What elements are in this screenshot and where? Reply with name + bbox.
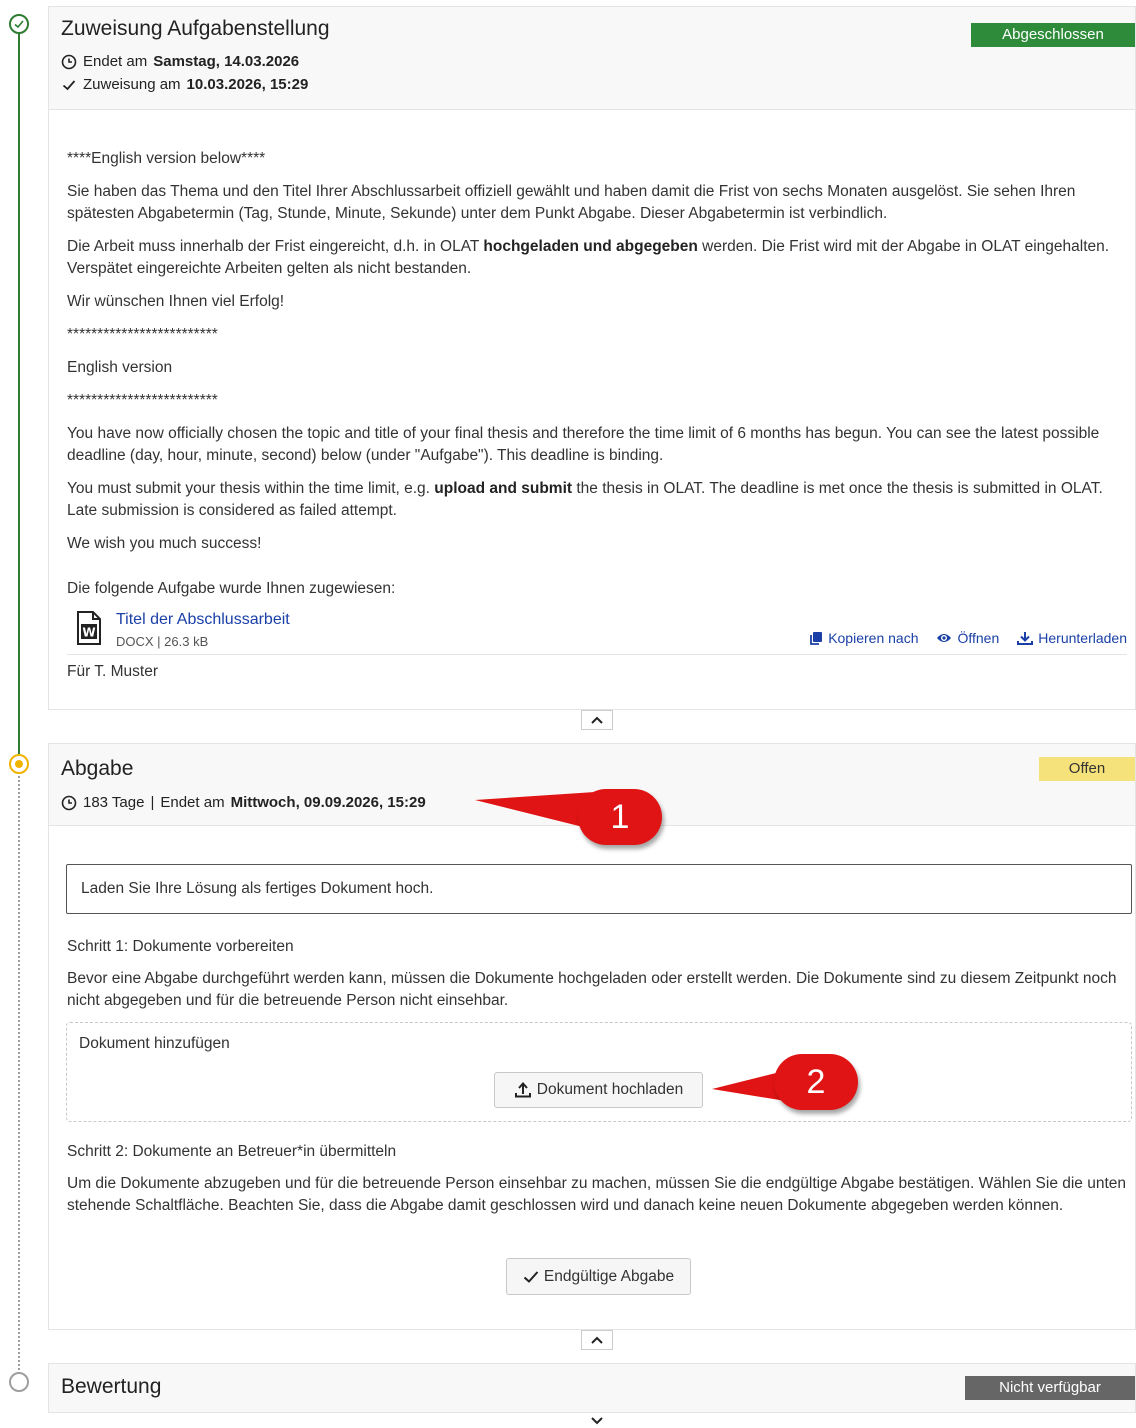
submission-title: Abgabe xyxy=(61,757,134,780)
step1-title: Schritt 1: Dokumente vorbereiten xyxy=(67,938,294,955)
timeline-line-completed xyxy=(18,32,20,754)
step-completed-check-icon xyxy=(9,14,29,34)
task-file-meta: DOCX | 26.3 kB xyxy=(116,634,209,649)
assessment-header: Bewertung Nicht verfügbar xyxy=(49,1364,1135,1412)
collapse-assignment-button[interactable] xyxy=(581,710,613,730)
assignment-assigned-date: Zuweisung am 10.03.2026, 15:29 xyxy=(61,76,308,93)
word-document-icon: W xyxy=(77,611,101,645)
german-paragraph-3: Wir wünschen Ihnen viel Erfolg! xyxy=(67,293,285,310)
assigned-task-intro: Die folgende Aufgabe wurde Ihnen zugewie… xyxy=(67,580,396,597)
clock-icon xyxy=(61,54,77,69)
step2-text: Um die Dokumente abzugeben und für die b… xyxy=(67,1175,1127,1214)
callout-number-2: 2 xyxy=(774,1054,858,1110)
german-paragraph-1: Sie haben das Thema und den Titel Ihrer … xyxy=(67,183,1076,222)
step2-title: Schritt 2: Dokumente an Betreuer*in über… xyxy=(67,1143,397,1160)
check-icon xyxy=(523,1270,539,1283)
assignment-title: Zuweisung Aufgabenstellung xyxy=(61,17,330,40)
step-open-dot-icon xyxy=(9,754,29,774)
chevron-up-icon xyxy=(591,716,603,724)
status-badge-completed: Abgeschlossen xyxy=(971,23,1135,47)
english-paragraph-3: We wish you much success! xyxy=(67,535,262,552)
assigned-value: 10.03.2026, 15:29 xyxy=(186,76,309,93)
english-paragraph-2: You must submit your thesis within the t… xyxy=(67,480,1103,519)
expand-assessment-button[interactable] xyxy=(581,1413,613,1428)
status-badge-unavailable: Nicht verfügbar xyxy=(965,1376,1135,1400)
german-paragraph-2: Die Arbeit muss innerhalb der Frist eing… xyxy=(67,238,1110,277)
upload-icon xyxy=(514,1082,531,1098)
end-prefix: Endet am xyxy=(160,794,225,811)
stars-separator: ************************* xyxy=(67,392,218,409)
assignment-header: Zuweisung Aufgabenstellung Abgeschlossen… xyxy=(49,7,1135,110)
assigned-prefix: Zuweisung am xyxy=(83,76,181,93)
submission-end-value: Mittwoch, 09.09.2026, 15:29 xyxy=(230,794,426,811)
submission-deadline: 183 Tage | Endet am Mittwoch, 09.09.2026… xyxy=(61,794,426,811)
stars-separator: ************************* xyxy=(67,326,218,343)
word-icon-letter: W xyxy=(82,626,95,640)
file-actions: Kopieren nach Öffnen Herunterladen xyxy=(809,627,1127,649)
english-below-note: ****English version below**** xyxy=(67,150,266,167)
copy-icon xyxy=(810,632,823,645)
assigned-for-label: Für T. Muster xyxy=(67,663,159,680)
assignment-description: ****English version below**** Sie haben … xyxy=(67,109,1127,709)
assessment-title: Bewertung xyxy=(61,1375,162,1398)
status-badge-open: Offen xyxy=(1039,757,1135,781)
step-unavailable-circle-icon xyxy=(9,1372,29,1392)
upload-document-button[interactable]: Dokument hochladen xyxy=(494,1072,703,1108)
chevron-down-icon xyxy=(591,1416,603,1424)
remaining-days: 183 Tage xyxy=(83,794,145,811)
download-icon xyxy=(1017,632,1034,645)
file-divider xyxy=(67,654,1127,655)
check-icon xyxy=(62,79,76,90)
collapse-submission-button[interactable] xyxy=(581,1330,613,1350)
assessment-panel: Bewertung Nicht verfügbar xyxy=(48,1363,1136,1413)
open-button[interactable]: Öffnen xyxy=(936,627,999,649)
english-version-heading: English version xyxy=(67,359,173,376)
end-prefix: Endet am xyxy=(83,53,148,70)
chevron-up-icon xyxy=(591,1336,603,1344)
task-file-link[interactable]: Titel der Abschlussarbeit xyxy=(116,609,290,631)
assignment-end-date: Endet am Samstag, 14.03.2026 xyxy=(61,53,299,70)
final-submission-button[interactable]: Endgültige Abgabe xyxy=(506,1258,691,1295)
add-document-label: Dokument hinzufügen xyxy=(79,1035,230,1052)
separator: | xyxy=(150,794,155,811)
download-button[interactable]: Herunterladen xyxy=(1017,627,1127,649)
timeline-line-pending xyxy=(18,776,20,1370)
english-paragraph-1: You have now officially chosen the topic… xyxy=(67,425,1100,464)
copy-to-button[interactable]: Kopieren nach xyxy=(809,627,918,649)
step1-text: Bevor eine Abgabe durchgeführt werden ka… xyxy=(67,970,1117,1009)
end-value: Samstag, 14.03.2026 xyxy=(153,53,300,70)
assignment-panel: Zuweisung Aufgabenstellung Abgeschlossen… xyxy=(48,6,1136,710)
clock-icon xyxy=(61,795,77,810)
eye-icon xyxy=(937,634,952,642)
callout-number-1: 1 xyxy=(578,789,662,845)
